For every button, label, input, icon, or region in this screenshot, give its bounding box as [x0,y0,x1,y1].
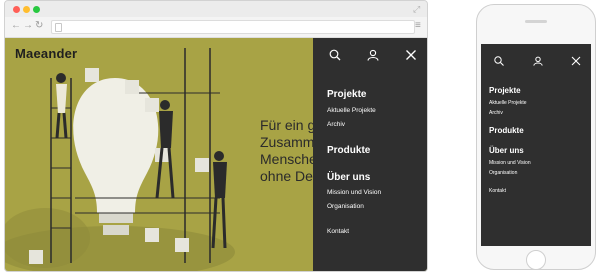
mobile-menu-item-kontakt[interactable]: Kontakt [489,188,506,194]
mobile-menu-item-organisation[interactable]: Organisation [489,170,517,176]
fullscreen-icon[interactable]: ⤢ [413,4,420,15]
desktop-browser-mockup: ⤢ ← → ↻ ≡ Maeander Für ein g Zusamm Mens… [4,0,428,272]
hero-line-2: Zusamm [260,134,315,150]
user-icon[interactable] [367,49,379,61]
menu-section-produkte[interactable]: Produkte [327,145,370,156]
user-icon[interactable] [533,56,543,66]
browser-titlebar: ⤢ [5,1,427,17]
forward-icon[interactable]: → [23,20,33,32]
phone-home-button[interactable] [526,250,546,270]
maximize-window-dot[interactable] [33,6,40,13]
minimize-window-dot[interactable] [23,6,30,13]
hero-line-3: Mensche [260,151,317,167]
reload-icon[interactable]: ↻ [35,20,43,32]
website-viewport: Maeander Für ein g Zusamm Mensche ohne D… [5,38,427,271]
mobile-menu-section-projekte[interactable]: Projekte [489,86,521,95]
back-icon[interactable]: ← [11,20,21,32]
mobile-menu-item-aktuelle-projekte[interactable]: Aktuelle Projekte [489,100,527,106]
mobile-phone-mockup: Projekte Aktuelle Projekte Archiv Produk… [476,4,596,270]
menu-section-ueber-uns[interactable]: Über uns [327,172,370,183]
menu-item-archiv[interactable]: Archiv [327,121,345,128]
search-icon[interactable] [494,56,504,66]
close-window-dot[interactable] [13,6,20,13]
search-icon[interactable] [329,49,341,61]
close-icon[interactable] [571,56,581,66]
address-bar[interactable] [51,20,415,34]
mobile-menu-item-mission-und-vision[interactable]: Mission und Vision [489,160,531,166]
mobile-menu-section-ueber-uns[interactable]: Über uns [489,146,524,155]
mobile-menu-panel: Projekte Aktuelle Projekte Archiv Produk… [481,44,591,246]
page-icon [55,23,62,32]
menu-item-aktuelle-projekte[interactable]: Aktuelle Projekte [327,107,376,114]
browser-menu-icon[interactable]: ≡ [415,20,421,32]
phone-speaker [525,20,547,23]
menu-section-projekte[interactable]: Projekte [327,89,366,100]
browser-toolbar: ← → ↻ ≡ [5,17,427,38]
menu-item-mission-und-vision[interactable]: Mission und Vision [327,189,381,196]
site-logo[interactable]: Maeander [15,46,77,61]
navigation-menu-panel: Projekte Aktuelle Projekte Archiv Produk… [313,38,427,271]
hero-line-1: Für ein g [260,117,316,133]
menu-item-kontakt[interactable]: Kontakt [327,228,349,235]
hero-line-4: ohne De [260,168,313,184]
mobile-menu-section-produkte[interactable]: Produkte [489,126,524,135]
close-icon[interactable] [405,49,417,61]
mobile-menu-item-archiv[interactable]: Archiv [489,110,503,116]
menu-item-organisation[interactable]: Organisation [327,203,364,210]
